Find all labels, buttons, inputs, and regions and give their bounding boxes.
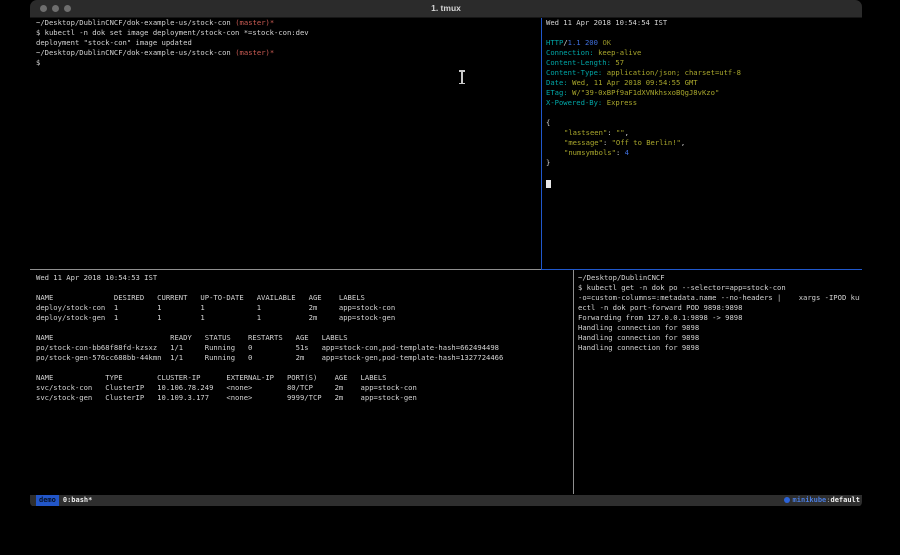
status-bar-left: demo 0:bash* xyxy=(36,495,92,506)
http-header: X-Powered-By: Express xyxy=(546,98,860,108)
json-open-brace: { xyxy=(546,118,860,128)
window-titlebar[interactable]: 1. tmux xyxy=(30,0,862,18)
http-header: Content-Length: 57 xyxy=(546,58,860,68)
header-key: Content-Length: xyxy=(546,58,611,67)
header-key: Connection: xyxy=(546,48,594,57)
header-value: keep-alive xyxy=(598,48,641,57)
kube-context: minikube xyxy=(793,496,827,504)
header-key: ETag: xyxy=(546,88,568,97)
terminal-window: 1. tmux ~/Desktop/DublinCNCF/dok-example… xyxy=(30,0,862,507)
prompt-path: ~/Desktop/DublinCNCF/dok-example-us/stoc… xyxy=(36,48,231,57)
http-header: Date: Wed, 11 Apr 2018 09:54:55 GMT xyxy=(546,78,860,88)
json-comma: , xyxy=(625,128,629,137)
blank-line xyxy=(546,28,860,38)
pane-divider-vertical-bottom[interactable] xyxy=(573,270,574,494)
header-value: Express xyxy=(607,98,637,107)
json-sep: : xyxy=(603,138,612,147)
timestamp: Wed 11 Apr 2018 10:54:54 IST xyxy=(546,18,860,28)
tmux-pane-kubectl-watch[interactable]: Wed 11 Apr 2018 10:54:53 IST NAME DESIRE… xyxy=(36,273,568,491)
prompt-line: ~/Desktop/DublinCNCF/dok-example-us/stoc… xyxy=(36,48,539,58)
json-sep: : xyxy=(616,148,625,157)
header-value: Wed, 11 Apr 2018 09:54:55 GMT xyxy=(572,78,698,87)
git-branch: (master)* xyxy=(235,18,274,27)
json-value: "" xyxy=(616,128,625,137)
http-header: Connection: keep-alive xyxy=(546,48,860,58)
port-forward-output: ~/Desktop/DublinCNCF $ kubectl get -n do… xyxy=(578,273,860,353)
command-line: $ kubectl -n dok set image deployment/st… xyxy=(36,28,539,38)
header-value: application/json; charset=utf-8 xyxy=(607,68,741,77)
prompt-line: ~/Desktop/DublinCNCF/dok-example-us/stoc… xyxy=(36,18,539,28)
prompt-line: $ xyxy=(36,58,539,68)
http-header: ETag: W/"39-0xBPf9aF1dXVNkhsxoBQgJ8vKzo" xyxy=(546,88,860,98)
pane-divider-vertical-top[interactable] xyxy=(541,18,542,270)
terminal-cursor xyxy=(546,180,551,188)
json-key: "numsymbols" xyxy=(564,148,616,157)
http-reason: OK xyxy=(602,38,611,47)
desktop-screen: 1. tmux ~/Desktop/DublinCNCF/dok-example… xyxy=(0,0,900,555)
ibeam-mouse-cursor-icon xyxy=(458,70,465,84)
http-proto: HTTP xyxy=(546,38,563,47)
json-value: 4 xyxy=(625,148,629,157)
cursor-line xyxy=(546,178,860,188)
http-version-code: 1.1 200 xyxy=(568,38,598,47)
git-branch: (master)* xyxy=(235,48,274,57)
json-comma: , xyxy=(681,138,685,147)
header-value: W/"39-0xBPf9aF1dXVNkhsxoBQgJ8vKzo" xyxy=(572,88,719,97)
pane-divider-horizontal-left[interactable] xyxy=(30,269,541,270)
command-output: deployment "stock-con" image updated xyxy=(36,38,539,48)
json-key: "lastseen" xyxy=(564,128,607,137)
tmux-pane-http-response[interactable]: Wed 11 Apr 2018 10:54:54 IST HTTP/1.1 20… xyxy=(546,18,860,266)
window-title: 1. tmux xyxy=(30,3,862,13)
json-close-brace: } xyxy=(546,158,860,168)
json-value: "Off to Berlin!" xyxy=(612,138,681,147)
json-key: "message" xyxy=(564,138,603,147)
json-field: "message": "Off to Berlin!", xyxy=(546,138,860,148)
kubectl-resources-output: Wed 11 Apr 2018 10:54:53 IST NAME DESIRE… xyxy=(36,273,568,403)
tmux-status-bar: demo 0:bash* minikube:default xyxy=(30,495,862,506)
tmux-pane-port-forward[interactable]: ~/Desktop/DublinCNCF $ kubectl get -n do… xyxy=(578,273,860,491)
tmux-pane-shell[interactable]: ~/Desktop/DublinCNCF/dok-example-us/stoc… xyxy=(36,18,539,266)
pane-divider-horizontal-right-active[interactable] xyxy=(542,269,862,270)
json-field: "numsymbols": 4 xyxy=(546,148,860,158)
json-field: "lastseen": "", xyxy=(546,128,860,138)
kube-namespace: default xyxy=(830,496,860,504)
kubernetes-helm-icon xyxy=(784,497,790,503)
json-sep: : xyxy=(607,128,616,137)
session-name-badge: demo xyxy=(36,495,59,506)
header-value: 57 xyxy=(615,58,624,67)
http-header: Content-Type: application/json; charset=u… xyxy=(546,68,860,78)
status-bar-right: minikube:default xyxy=(784,495,860,506)
http-status-line: HTTP/1.1 200OK xyxy=(546,38,860,48)
header-key: Content-Type: xyxy=(546,68,602,77)
header-key: X-Powered-By: xyxy=(546,98,602,107)
terminal-area: ~/Desktop/DublinCNCF/dok-example-us/stoc… xyxy=(30,18,862,507)
header-key: Date: xyxy=(546,78,568,87)
prompt-path: ~/Desktop/DublinCNCF/dok-example-us/stoc… xyxy=(36,18,231,27)
blank-line xyxy=(546,108,860,118)
blank-line xyxy=(546,168,860,178)
window-list-item-active[interactable]: 0:bash* xyxy=(63,496,93,504)
